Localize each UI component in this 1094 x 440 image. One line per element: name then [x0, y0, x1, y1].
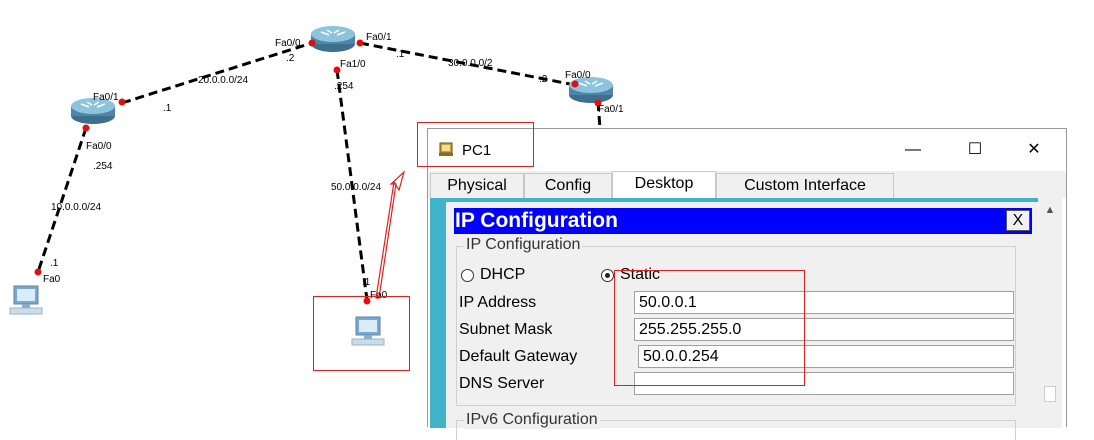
ip-config-close-button[interactable]: X — [1006, 210, 1030, 231]
link-20-network — [121, 41, 313, 105]
window-title-highlight-box — [417, 122, 534, 167]
ip-suffix-label: .2 — [286, 53, 295, 64]
dns-server-label: DNS Server — [459, 375, 545, 392]
dhcp-label: DHCP — [480, 266, 526, 283]
network-label: 30.0.0.0/2 — [448, 58, 493, 69]
ip-config-titlebar: IP Configuration X — [454, 208, 1032, 234]
tab-bar: Physical Config Desktop Custom Interface — [428, 171, 1066, 198]
port-label: Fa0/1 — [93, 92, 119, 103]
port-label: Fa0 — [43, 274, 61, 285]
tab-custom-interface[interactable]: Custom Interface — [716, 173, 894, 198]
ip-suffix-label: .2 — [539, 74, 548, 85]
tab-physical[interactable]: Physical — [430, 173, 524, 198]
subnet-mask-label: Subnet Mask — [459, 321, 553, 338]
port-label: Fa0/0 — [86, 141, 112, 152]
network-label: 10.0.0.0/24 — [51, 202, 102, 213]
ip-suffix-label: .1 — [396, 49, 405, 60]
port-label: Fa0/1 — [598, 104, 624, 115]
link-10-network — [36, 127, 88, 273]
dhcp-radio[interactable] — [461, 269, 474, 282]
port-label: Fa0/0 — [565, 70, 591, 81]
ip-suffix-label: .1 — [163, 103, 172, 114]
port-label: Fa0/0 — [275, 38, 301, 49]
port-label: Fa1/0 — [340, 59, 366, 70]
ip-suffix-label: .254 — [93, 161, 113, 172]
maximize-button[interactable]: ☐ — [960, 137, 990, 163]
scroll-up-icon[interactable]: ▲ — [1042, 202, 1058, 218]
ip-suffix-label: .1 — [50, 258, 59, 269]
close-button[interactable]: ✕ — [1019, 137, 1049, 163]
ipv6-config-caption: IPv6 Configuration — [464, 411, 600, 429]
vertical-scrollbar[interactable]: ▲ — [1038, 198, 1062, 428]
ip-suffix-label: .1 — [362, 277, 371, 288]
router-top[interactable] — [310, 25, 356, 53]
ip-suffix-label: .254 — [334, 81, 354, 92]
radio-selected-dot — [605, 273, 610, 278]
network-label: 50.0.0.0/24 — [331, 182, 382, 193]
network-label: 20.0.0.0/24 — [198, 75, 249, 86]
tab-desktop[interactable]: Desktop — [612, 171, 716, 198]
pc1-highlight-box — [313, 296, 410, 371]
default-gateway-label: Default Gateway — [459, 348, 578, 365]
minimize-button[interactable]: — — [898, 137, 928, 163]
static-radio[interactable] — [601, 269, 614, 282]
port-label: Fa0/1 — [366, 32, 392, 43]
ip-config-title: IP Configuration — [455, 209, 618, 232]
scroll-thumb[interactable] — [1044, 386, 1056, 402]
ip-address-label: IP Address — [459, 294, 537, 311]
static-values-highlight-box — [614, 270, 805, 386]
pc-left[interactable] — [9, 285, 43, 315]
tab-config[interactable]: Config — [524, 173, 612, 198]
ip-config-group-caption: IP Configuration — [464, 236, 583, 254]
